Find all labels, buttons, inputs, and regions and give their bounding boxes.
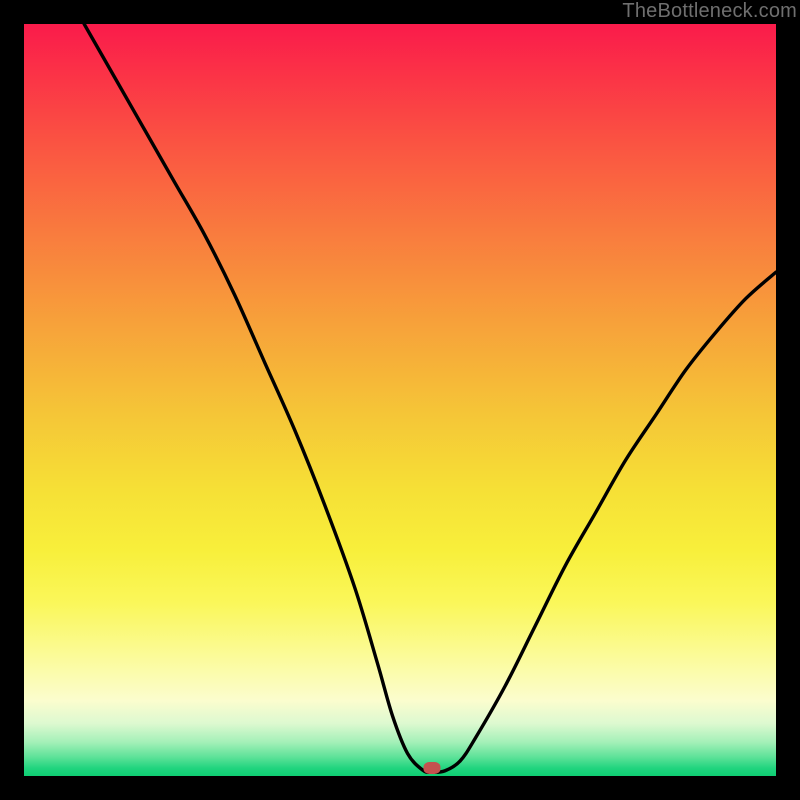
chart-frame bbox=[20, 20, 780, 780]
optimum-marker bbox=[423, 762, 440, 774]
bottleneck-curve bbox=[24, 24, 776, 776]
plot-area bbox=[24, 24, 776, 776]
